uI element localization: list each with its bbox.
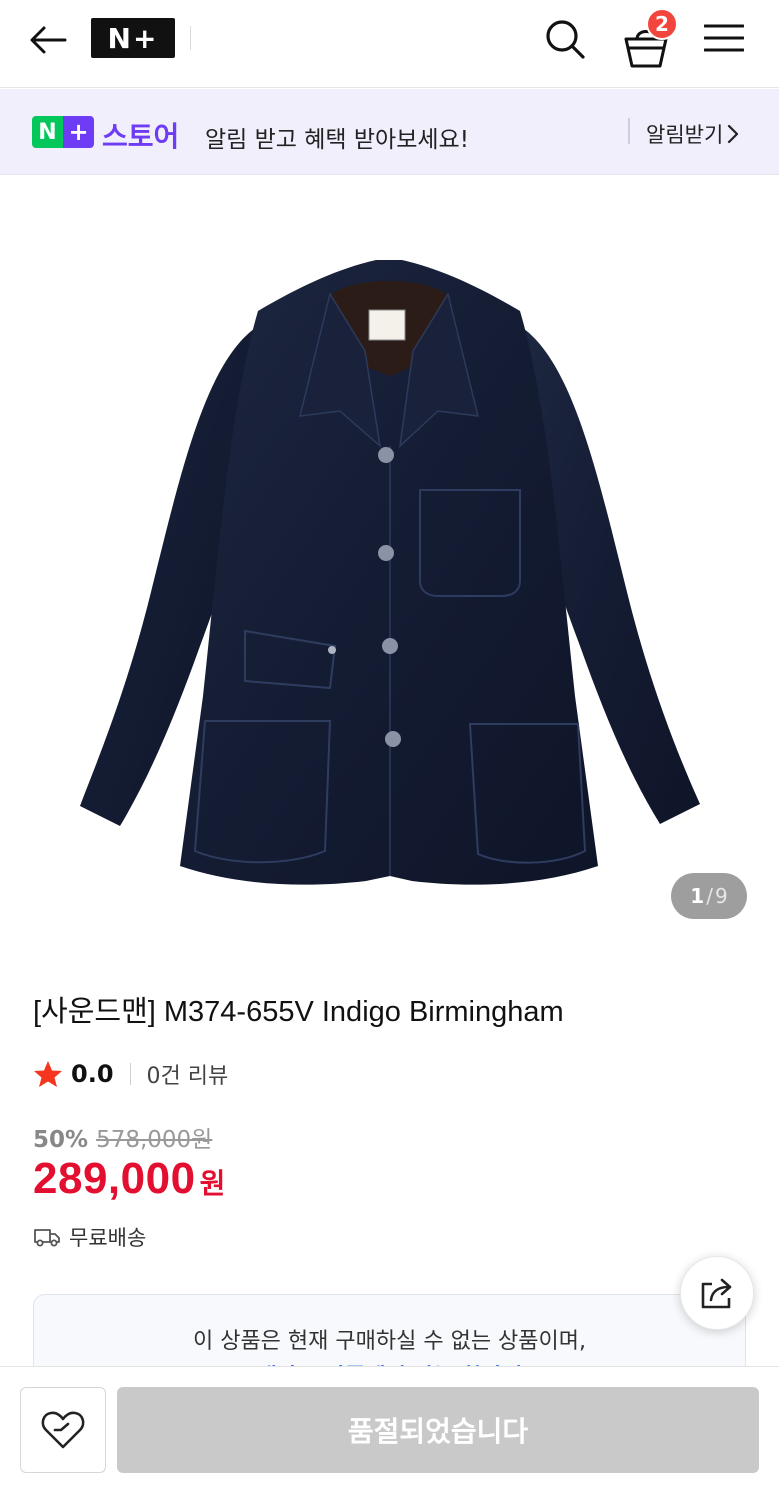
product-title: [사운드맨] M374-655V Indigo Birmingham xyxy=(33,996,564,1028)
top-nav: N+ 2 xyxy=(0,0,779,88)
divider xyxy=(190,26,191,50)
cart-count-badge: 2 xyxy=(646,8,678,40)
product-image-carousel[interactable] xyxy=(0,176,779,956)
discount-rate: 50% xyxy=(33,1127,89,1153)
hamburger-menu-icon xyxy=(704,24,744,52)
sale-price-unit: 원 xyxy=(199,1167,226,1200)
rating-row[interactable]: 0.0 0건 리뷰 xyxy=(33,1056,228,1092)
discount-row: 50% 578,000원 xyxy=(33,1120,212,1154)
original-price: 578,000원 xyxy=(96,1127,213,1153)
notice-text: 이 상품은 현재 구매하실 수 없는 상품이며, xyxy=(192,1329,587,1354)
subscribe-alert-button[interactable]: 알림받기 xyxy=(646,119,739,149)
divider xyxy=(628,118,630,144)
naver-plus-logo[interactable]: N+ xyxy=(91,18,175,58)
logo-text: N+ xyxy=(107,21,159,55)
naver-plus-store-logo: N + xyxy=(32,116,94,148)
review-count-link[interactable]: 0건 리뷰 xyxy=(147,1058,229,1090)
price-row: 289,000 원 xyxy=(33,1154,225,1204)
sold-out-button[interactable]: 품절되었습니다 xyxy=(117,1387,759,1473)
store-label: 스토어 xyxy=(102,120,180,153)
sale-price: 289,000 xyxy=(33,1154,196,1203)
bottom-action-bar: 품절되었습니다 xyxy=(0,1366,779,1500)
arrow-left-icon xyxy=(30,26,67,54)
total-image-count: 9 xyxy=(714,884,728,908)
current-image-index: 1 xyxy=(690,884,705,908)
menu-button[interactable] xyxy=(700,16,748,60)
image-page-indicator: 1 / 9 xyxy=(671,873,747,919)
wishlist-button[interactable] xyxy=(20,1387,106,1473)
product-photo xyxy=(80,260,700,885)
image-index-separator: / xyxy=(706,884,713,908)
store-alert-banner[interactable]: N + 스토어 알림 받고 혜택 받아보세요! 알림받기 xyxy=(0,89,779,175)
shipping-label: 무료배송 xyxy=(69,1226,147,1250)
divider xyxy=(129,1063,131,1085)
search-button[interactable] xyxy=(540,14,590,64)
logo-n: N xyxy=(32,116,63,148)
back-button[interactable] xyxy=(26,18,70,62)
alert-message: 알림 받고 혜택 받아보세요! xyxy=(205,127,469,153)
rating-value: 0.0 xyxy=(71,1060,114,1088)
star-icon xyxy=(34,1061,62,1087)
share-button[interactable] xyxy=(680,1256,754,1330)
chevron-right-icon xyxy=(728,124,739,144)
logo-plus: + xyxy=(63,116,94,148)
subscribe-alert-label: 알림받기 xyxy=(646,123,724,147)
share-icon xyxy=(701,1278,732,1309)
search-icon xyxy=(546,20,585,59)
shipping-info: 무료배송 xyxy=(33,1222,146,1252)
heart-icon xyxy=(41,1411,85,1449)
delivery-truck-icon xyxy=(34,1229,60,1247)
